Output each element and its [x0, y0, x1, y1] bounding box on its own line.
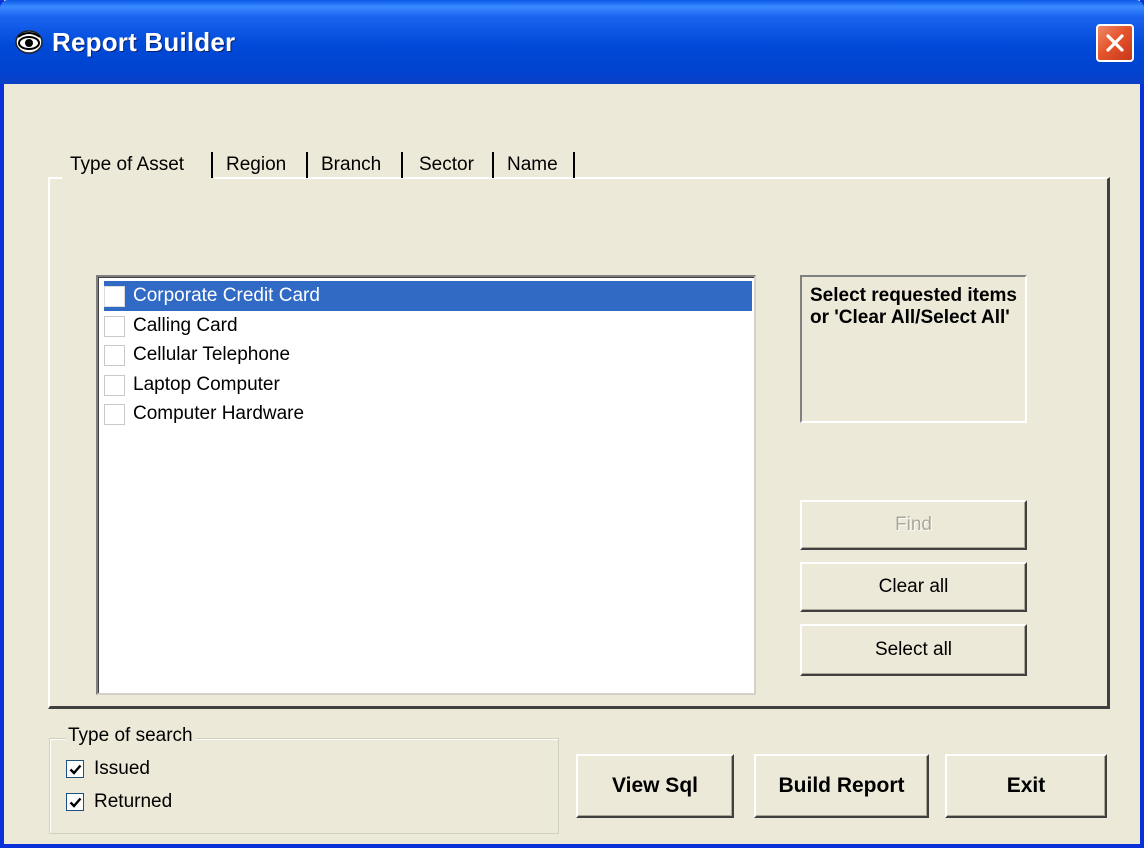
close-icon: [1106, 34, 1124, 52]
list-item[interactable]: Corporate Credit Card: [104, 281, 752, 311]
item-checkbox[interactable]: [104, 344, 125, 366]
list-item[interactable]: Laptop Computer: [104, 370, 752, 400]
tab-branch[interactable]: Branch: [321, 154, 381, 188]
list-item-label: Computer Hardware: [133, 403, 305, 424]
build-report-button[interactable]: Build Report: [754, 754, 929, 818]
tab-sector[interactable]: Sector: [419, 154, 474, 188]
report-builder-window: Report Builder Type of Asset Region Bran…: [0, 0, 1144, 848]
search-type-group: [49, 738, 559, 834]
checkmark-icon: [69, 797, 82, 808]
tab-divider: [492, 152, 495, 178]
exit-label: Exit: [1006, 774, 1046, 797]
checkmark-icon: [69, 764, 82, 775]
clear-all-button[interactable]: Clear all: [800, 562, 1027, 612]
tab-divider: [573, 152, 576, 178]
find-button-label: Find: [895, 514, 932, 535]
list-item-label: Corporate Credit Card: [133, 285, 320, 306]
find-button[interactable]: Find: [800, 500, 1027, 550]
select-all-button[interactable]: Select all: [800, 624, 1027, 676]
list-item-label: Cellular Telephone: [133, 344, 291, 365]
view-sql-label: View Sql: [612, 774, 698, 797]
item-checkbox[interactable]: [104, 403, 125, 425]
list-item[interactable]: Cellular Telephone: [104, 340, 752, 370]
select-all-label: Select all: [874, 639, 953, 660]
list-item-label: Laptop Computer: [133, 374, 280, 395]
tab-type-of-asset[interactable]: Type of Asset: [70, 154, 184, 188]
asset-type-list[interactable]: Corporate Credit Card Calling Card Cellu…: [96, 275, 756, 695]
clear-all-label: Clear all: [878, 576, 949, 597]
eye-icon: [14, 29, 44, 55]
tab-name[interactable]: Name: [507, 154, 558, 188]
issued-checkbox[interactable]: [66, 760, 84, 778]
item-checkbox[interactable]: [104, 315, 125, 337]
item-checkbox[interactable]: [104, 374, 125, 396]
list-item[interactable]: Calling Card: [104, 311, 752, 341]
tab-divider: [211, 152, 214, 178]
view-sql-button[interactable]: View Sql: [576, 754, 734, 818]
build-report-label: Build Report: [778, 774, 905, 797]
item-checkbox[interactable]: [104, 285, 125, 307]
list-item-label: Calling Card: [133, 315, 238, 336]
instructions-box: Select requested items or 'Clear All/Sel…: [800, 275, 1027, 423]
close-button[interactable]: [1096, 24, 1134, 62]
returned-checkbox-row[interactable]: Returned: [66, 788, 172, 816]
search-type-label: Type of search: [66, 725, 195, 747]
returned-checkbox[interactable]: [66, 793, 84, 811]
issued-checkbox-row[interactable]: Issued: [66, 755, 150, 783]
tab-divider: [306, 152, 309, 178]
list-item[interactable]: Computer Hardware: [104, 399, 752, 429]
tab-region[interactable]: Region: [226, 154, 286, 188]
tab-divider: [401, 152, 404, 178]
window-title: Report Builder: [52, 27, 236, 57]
title-bar[interactable]: Report Builder: [0, 0, 1144, 84]
exit-button[interactable]: Exit: [945, 754, 1107, 818]
issued-label: Issued: [94, 758, 150, 779]
returned-label: Returned: [94, 791, 173, 812]
